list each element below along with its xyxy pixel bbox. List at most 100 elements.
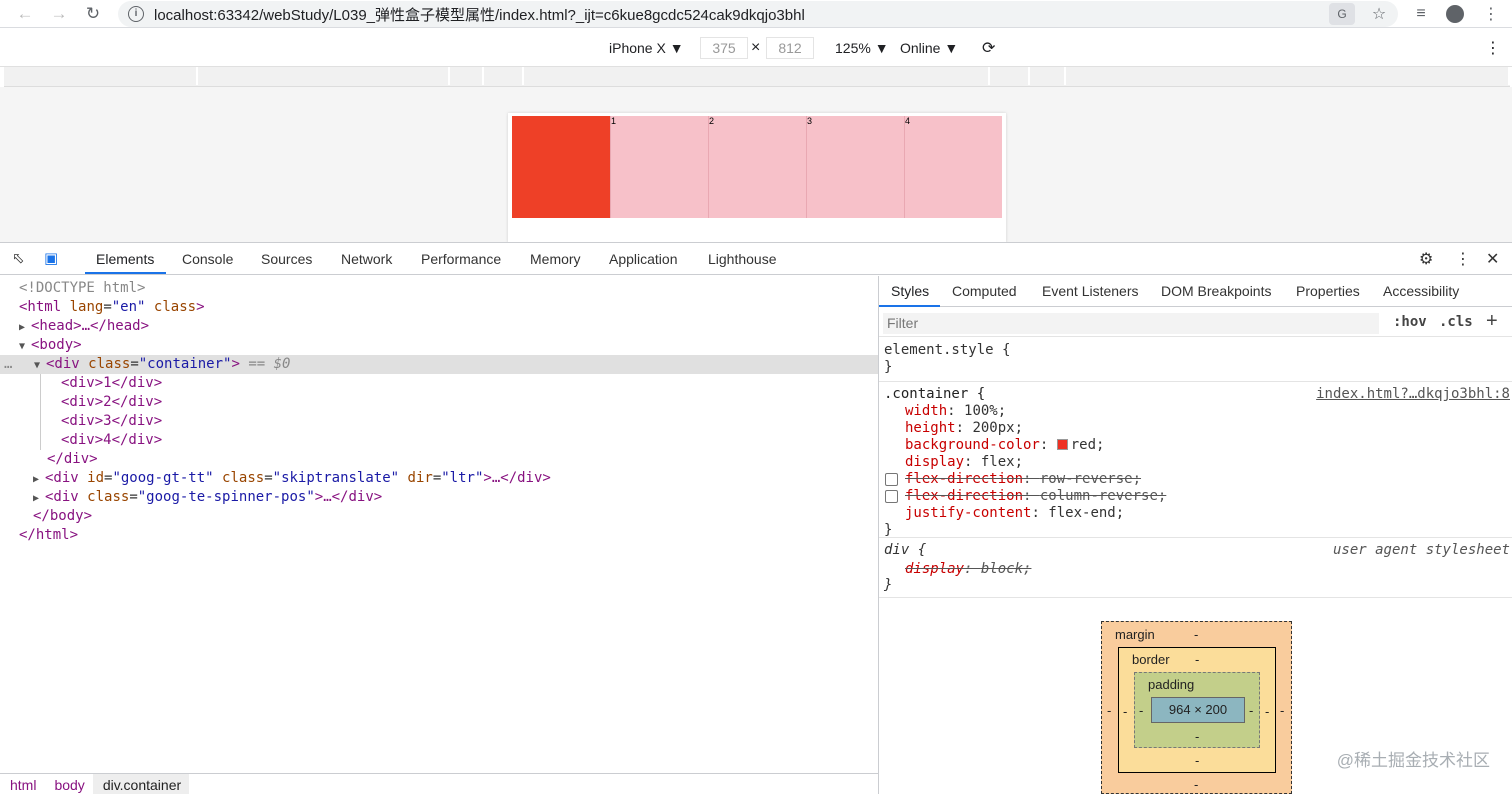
node-menu-icon[interactable]: … [4, 355, 34, 374]
border-bottom-value[interactable]: - [1195, 753, 1199, 768]
doctype-node[interactable]: <!DOCTYPE html> [0, 279, 878, 298]
border-right-value[interactable]: - [1265, 704, 1269, 719]
spinner-node[interactable]: ▶<div class="goog-te-spinner-pos">…</div… [0, 488, 878, 507]
add-rule-button[interactable]: + [1486, 310, 1498, 333]
tab-elements[interactable]: Elements [96, 251, 154, 267]
star-icon[interactable]: ☆ [1364, 1, 1394, 27]
child-div-node[interactable]: <div>4</div> [0, 431, 878, 450]
device-select[interactable]: iPhone X ▼ [609, 40, 684, 56]
flex-item[interactable]: 2 [708, 116, 806, 218]
rule-selector[interactable]: .container { [884, 386, 985, 403]
rotate-icon[interactable]: ⟳ [982, 38, 995, 58]
box-model-border[interactable]: border - - - - padding - - - 964 × 200 [1118, 647, 1276, 773]
head-node[interactable]: ▶<head>…</head> [0, 317, 878, 336]
css-declaration[interactable]: height: 200px; [905, 420, 1023, 437]
device-mode-icon[interactable]: ▣ [44, 249, 58, 267]
network-select[interactable]: Online ▼ [900, 40, 958, 56]
declaration-checkbox[interactable] [885, 473, 898, 486]
flex-item[interactable]: 4 [904, 116, 1002, 218]
color-swatch[interactable] [1057, 439, 1068, 450]
tab-styles[interactable]: Styles [891, 283, 929, 299]
container-node[interactable]: …▼<div class="container"> == $0 [0, 355, 878, 374]
tab-performance[interactable]: Performance [421, 251, 501, 267]
breadcrumb-html[interactable]: html [0, 774, 44, 794]
div-close-node[interactable]: </div> [0, 450, 878, 469]
declaration-checkbox[interactable] [885, 490, 898, 503]
margin-right-value[interactable]: - [1280, 703, 1284, 718]
breadcrumb-body[interactable]: body [44, 774, 92, 794]
url-text[interactable]: localhost:63342/webStudy/L039_弹性盒子模型属性/i… [154, 4, 805, 25]
hov-button[interactable]: :hov [1393, 314, 1427, 330]
tab-memory[interactable]: Memory [530, 251, 581, 267]
expand-triangle-icon[interactable]: ▶ [33, 489, 45, 508]
css-declaration[interactable]: width: 100%; [905, 403, 1006, 420]
tab-lighthouse[interactable]: Lighthouse [708, 251, 777, 267]
profile-icon[interactable] [1440, 1, 1470, 27]
tab-event-listeners[interactable]: Event Listeners [1042, 283, 1139, 299]
padding-right-value[interactable]: - [1249, 703, 1253, 718]
box-model-padding[interactable]: padding - - - 964 × 200 [1134, 672, 1260, 748]
collapse-triangle-icon[interactable]: ▼ [19, 337, 31, 356]
more-icon[interactable]: ⋮ [1476, 1, 1506, 27]
media-query-bar[interactable] [4, 67, 1510, 87]
margin-left-value[interactable]: - [1107, 703, 1111, 718]
css-declaration-overridden[interactable]: display: block; [905, 561, 1031, 578]
goog-gt-tt-node[interactable]: ▶<div id="goog-gt-tt" class="skiptransla… [0, 469, 878, 488]
border-left-value[interactable]: - [1123, 704, 1127, 719]
margin-bottom-value[interactable]: - [1194, 777, 1198, 792]
flex-container[interactable]: 1 2 3 4 [512, 116, 1002, 218]
expand-triangle-icon[interactable]: ▶ [33, 470, 45, 489]
info-icon[interactable]: i [128, 6, 144, 22]
html-node[interactable]: <html lang="en" class> [0, 298, 878, 317]
body-node[interactable]: ▼<body> [0, 336, 878, 355]
translate-icon[interactable]: G [1329, 3, 1355, 25]
child-div-node[interactable]: <div>2</div> [0, 393, 878, 412]
breadcrumb-div-container[interactable]: div.container [93, 774, 189, 794]
css-declaration[interactable]: background-color: red; [905, 437, 1104, 454]
close-icon[interactable]: ✕ [1486, 249, 1499, 269]
box-model-margin[interactable]: margin - - - - border - - - - padding - … [1101, 621, 1292, 794]
filter-input[interactable]: Filter [883, 313, 1379, 334]
rule-selector[interactable]: div { [884, 542, 926, 559]
body-close-node[interactable]: </body> [0, 507, 878, 526]
child-div-node[interactable]: <div>3</div> [0, 412, 878, 431]
width-input[interactable]: 375 [700, 37, 748, 59]
flex-item[interactable]: 1 [610, 116, 708, 218]
flex-item[interactable]: 3 [806, 116, 904, 218]
html-close-node[interactable]: </html> [0, 526, 878, 545]
tab-application[interactable]: Application [609, 251, 678, 267]
zoom-select[interactable]: 125% ▼ [835, 40, 889, 56]
css-declaration-disabled[interactable]: flex-direction: row-reverse; [905, 471, 1141, 488]
tab-console[interactable]: Console [182, 251, 233, 267]
cls-button[interactable]: .cls [1439, 314, 1473, 330]
margin-top-value[interactable]: - [1194, 627, 1198, 642]
padding-left-value[interactable]: - [1139, 703, 1143, 718]
padding-bottom-value[interactable]: - [1195, 729, 1199, 744]
collapse-triangle-icon[interactable]: ▼ [34, 356, 46, 375]
child-div-node[interactable]: <div>1</div> [0, 374, 878, 393]
forward-icon[interactable]: → [42, 0, 76, 28]
gear-icon[interactable]: ⚙ [1419, 249, 1433, 269]
css-declaration[interactable]: justify-content: flex-end; [905, 505, 1124, 522]
more-icon[interactable]: ⋮ [1455, 249, 1471, 269]
css-declaration[interactable]: display: flex; [905, 454, 1023, 471]
tab-accessibility[interactable]: Accessibility [1383, 283, 1459, 299]
box-model-content[interactable]: 964 × 200 [1151, 697, 1245, 723]
tab-properties[interactable]: Properties [1296, 283, 1360, 299]
source-link[interactable]: index.html?…dkqjo3bhl:8 [1316, 386, 1510, 402]
playlist-icon[interactable]: ≡ [1406, 1, 1436, 27]
border-top-value[interactable]: - [1195, 652, 1199, 667]
css-declaration-disabled[interactable]: flex-direction: column-reverse; [905, 488, 1166, 505]
tab-dom-breakpoints[interactable]: DOM Breakpoints [1161, 283, 1271, 299]
rule-selector[interactable]: element.style { [884, 342, 1010, 359]
expand-triangle-icon[interactable]: ▶ [19, 318, 31, 337]
tab-network[interactable]: Network [341, 251, 392, 267]
tab-sources[interactable]: Sources [261, 251, 312, 267]
inspect-icon[interactable]: ⬁ [12, 249, 25, 267]
more-icon[interactable]: ⋮ [1485, 38, 1501, 58]
height-input[interactable]: 812 [766, 37, 814, 59]
address-bar[interactable]: i localhost:63342/webStudy/L039_弹性盒子模型属性… [118, 1, 1398, 27]
back-icon[interactable]: ← [8, 0, 42, 28]
reload-icon[interactable]: ↻ [76, 0, 110, 28]
tab-computed[interactable]: Computed [952, 283, 1017, 299]
